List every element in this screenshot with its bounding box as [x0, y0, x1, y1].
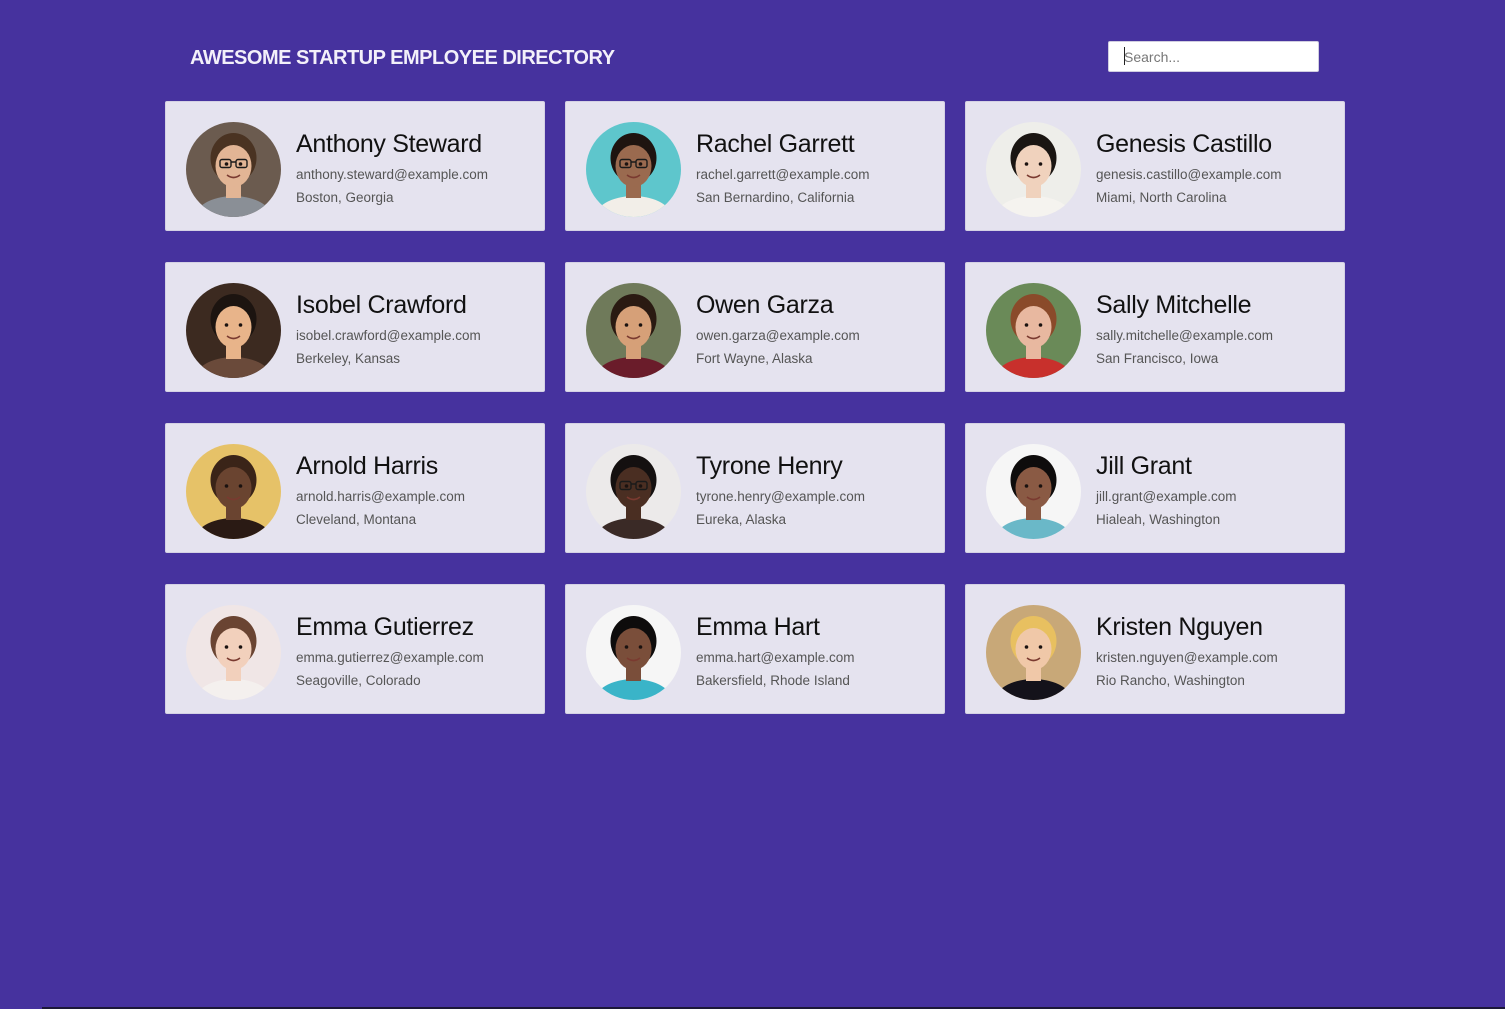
employee-email: owen.garza@example.com: [696, 328, 860, 343]
avatar-portrait: [986, 444, 1081, 539]
employee-email: rachel.garrett@example.com: [696, 167, 870, 182]
employee-name: Kristen Nguyen: [1096, 613, 1263, 641]
avatar: [186, 283, 281, 378]
avatar-portrait: [586, 283, 681, 378]
avatar: [186, 605, 281, 700]
avatar: [186, 444, 281, 539]
employee-grid: Anthony Steward anthony.steward@example.…: [165, 101, 1345, 714]
avatar-portrait: [586, 122, 681, 217]
avatar: [186, 122, 281, 217]
avatar: [986, 444, 1081, 539]
header: AWESOME STARTUP EMPLOYEE DIRECTORY: [0, 0, 1505, 100]
employee-card[interactable]: Owen Garza owen.garza@example.com Fort W…: [565, 262, 945, 392]
employee-location: Berkeley, Kansas: [296, 351, 401, 366]
employee-card[interactable]: Sally Mitchelle sally.mitchelle@example.…: [965, 262, 1345, 392]
employee-location: Miami, North Carolina: [1096, 190, 1227, 205]
employee-location: Bakersfield, Rhode Island: [696, 673, 850, 688]
avatar: [986, 283, 1081, 378]
employee-name: Emma Hart: [696, 613, 820, 641]
employee-name: Rachel Garrett: [696, 130, 855, 158]
avatar: [586, 283, 681, 378]
employee-location: Seagoville, Colorado: [296, 673, 421, 688]
avatar: [586, 605, 681, 700]
avatar: [986, 605, 1081, 700]
employee-email: arnold.harris@example.com: [296, 489, 466, 504]
avatar-portrait: [586, 444, 681, 539]
employee-card[interactable]: Emma Hart emma.hart@example.com Bakersfi…: [565, 584, 945, 714]
avatar-portrait: [586, 605, 681, 700]
employee-email: jill.grant@example.com: [1096, 489, 1237, 504]
employee-name: Tyrone Henry: [696, 452, 843, 480]
search-input[interactable]: [1108, 41, 1319, 72]
avatar: [986, 122, 1081, 217]
avatar-portrait: [186, 605, 281, 700]
avatar-portrait: [986, 283, 1081, 378]
employee-email: tyrone.henry@example.com: [696, 489, 866, 504]
employee-email: sally.mitchelle@example.com: [1096, 328, 1274, 343]
text-cursor: [1124, 47, 1125, 65]
employee-name: Isobel Crawford: [296, 291, 467, 319]
employee-name: Emma Gutierrez: [296, 613, 474, 641]
employee-name: Jill Grant: [1096, 452, 1192, 480]
employee-name: Arnold Harris: [296, 452, 438, 480]
employee-card[interactable]: Tyrone Henry tyrone.henry@example.com Eu…: [565, 423, 945, 553]
avatar-portrait: [186, 444, 281, 539]
employee-location: Fort Wayne, Alaska: [696, 351, 813, 366]
employee-name: Sally Mitchelle: [1096, 291, 1252, 319]
employee-location: Eureka, Alaska: [696, 512, 787, 527]
employee-card[interactable]: Rachel Garrett rachel.garrett@example.co…: [565, 101, 945, 231]
employee-location: Hialeah, Washington: [1096, 512, 1221, 527]
employee-card[interactable]: Anthony Steward anthony.steward@example.…: [165, 101, 545, 231]
employee-email: emma.hart@example.com: [696, 650, 855, 665]
avatar-portrait: [186, 122, 281, 217]
avatar-portrait: [186, 283, 281, 378]
employee-card[interactable]: Emma Gutierrez emma.gutierrez@example.co…: [165, 584, 545, 714]
employee-name: Anthony Steward: [296, 130, 482, 158]
avatar-portrait: [986, 122, 1081, 217]
employee-email: kristen.nguyen@example.com: [1096, 650, 1278, 665]
employee-location: San Francisco, Iowa: [1096, 351, 1219, 366]
employee-location: Cleveland, Montana: [296, 512, 417, 527]
employee-location: Boston, Georgia: [296, 190, 394, 205]
employee-card[interactable]: Genesis Castillo genesis.castillo@exampl…: [965, 101, 1345, 231]
avatar: [586, 444, 681, 539]
employee-card[interactable]: Arnold Harris arnold.harris@example.com …: [165, 423, 545, 553]
page-title: AWESOME STARTUP EMPLOYEE DIRECTORY: [190, 47, 615, 69]
employee-email: anthony.steward@example.com: [296, 167, 489, 182]
employee-location: San Bernardino, California: [696, 190, 855, 205]
employee-card[interactable]: Jill Grant jill.grant@example.com Hialea…: [965, 423, 1345, 553]
avatar-portrait: [986, 605, 1081, 700]
avatar: [586, 122, 681, 217]
employee-name: Genesis Castillo: [1096, 130, 1272, 158]
employee-card[interactable]: Isobel Crawford isobel.crawford@example.…: [165, 262, 545, 392]
employee-email: emma.gutierrez@example.com: [296, 650, 484, 665]
employee-card[interactable]: Kristen Nguyen kristen.nguyen@example.co…: [965, 584, 1345, 714]
employee-name: Owen Garza: [696, 291, 834, 319]
employee-email: genesis.castillo@example.com: [1096, 167, 1282, 182]
employee-email: isobel.crawford@example.com: [296, 328, 481, 343]
employee-location: Rio Rancho, Washington: [1096, 673, 1245, 688]
